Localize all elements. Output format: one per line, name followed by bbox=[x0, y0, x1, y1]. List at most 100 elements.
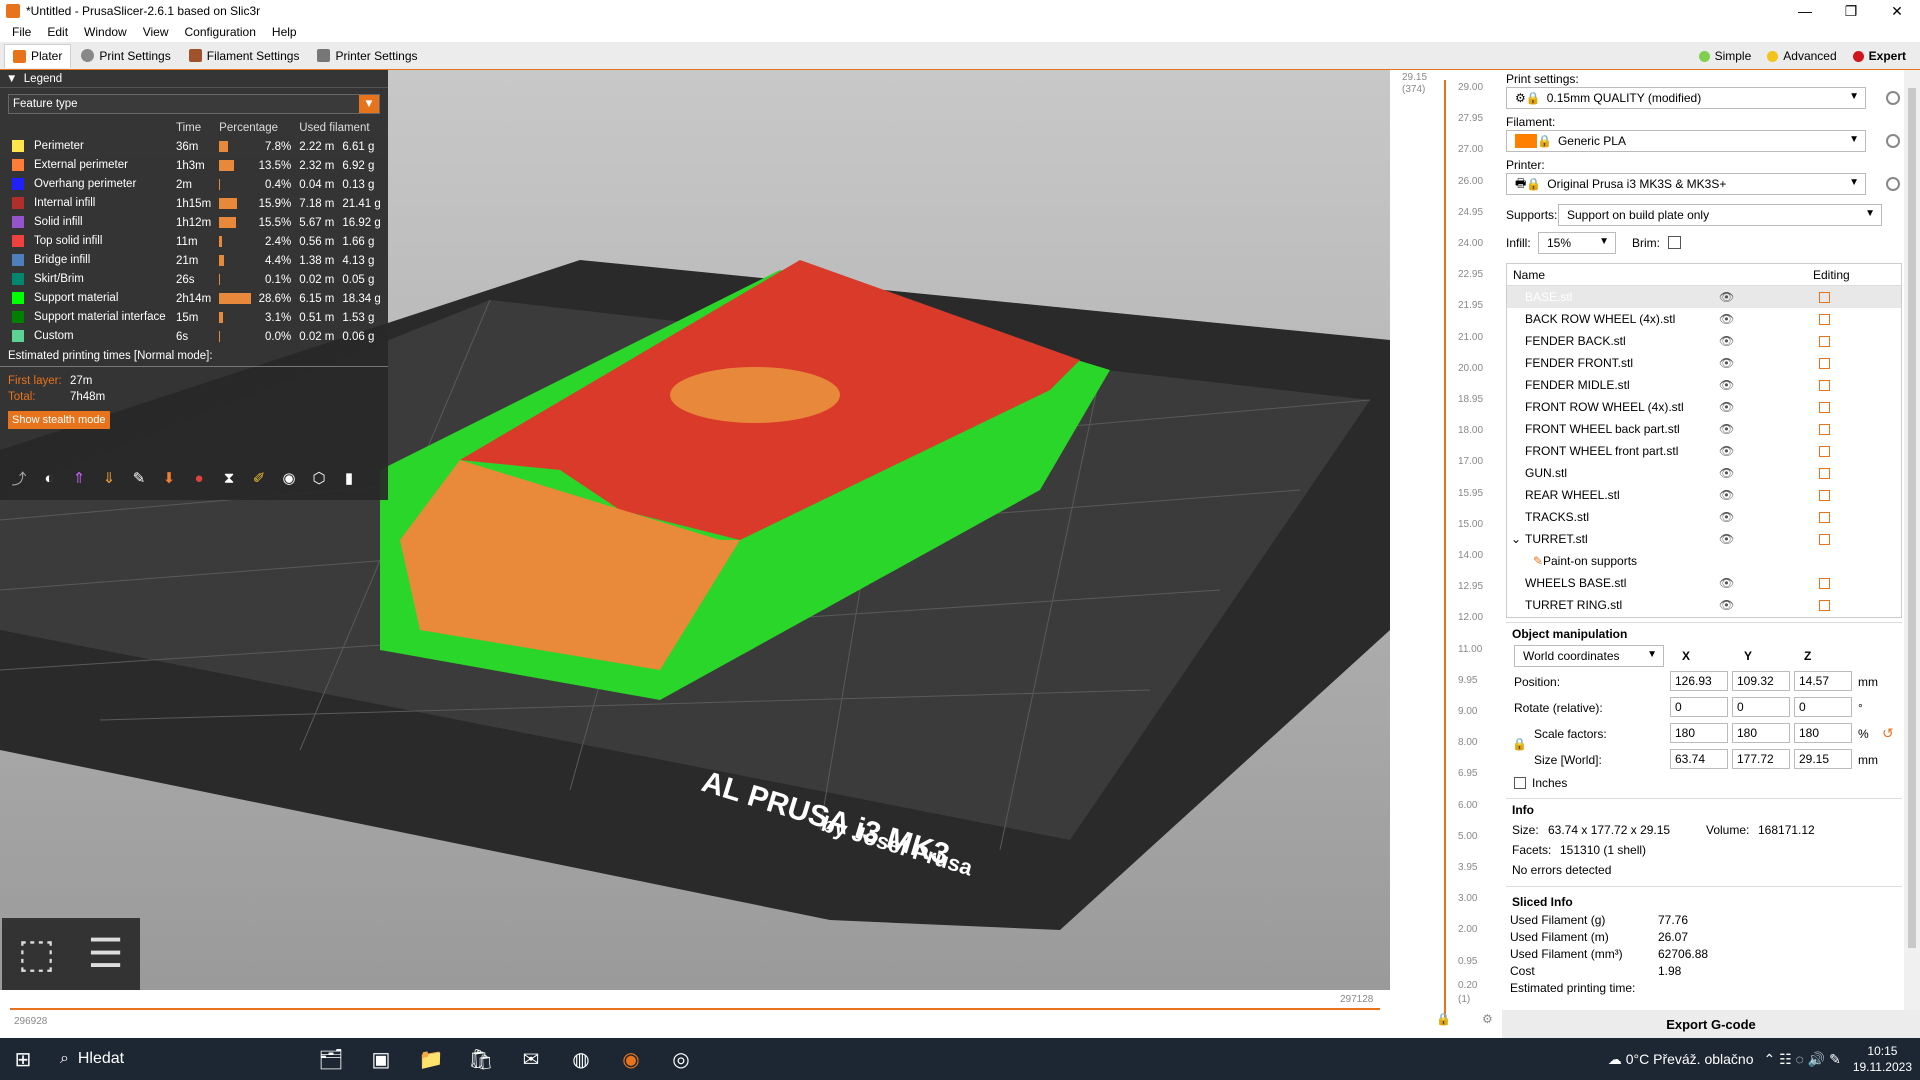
legend-row[interactable]: Perimeter 36m 7.8% 2.22 m 6.61 g bbox=[8, 137, 385, 156]
inches-checkbox[interactable] bbox=[1514, 777, 1526, 789]
rotate-x-input[interactable]: 0 bbox=[1670, 697, 1728, 717]
custom-gcode-icon[interactable]: ✐ bbox=[246, 465, 272, 491]
tab-printer-settings[interactable]: Printer Settings bbox=[309, 44, 425, 68]
vertical-slider-track[interactable] bbox=[1444, 80, 1446, 1020]
tab-plater[interactable]: Plater bbox=[4, 43, 72, 68]
edit-icon[interactable] bbox=[1819, 577, 1830, 589]
eye-icon[interactable]: 👁 bbox=[1719, 378, 1734, 392]
infill-combo[interactable]: 15% ▼ bbox=[1538, 232, 1616, 254]
mode-simple[interactable]: Simple bbox=[1691, 44, 1760, 68]
object-row[interactable]: FRONT WHEEL front part.stl 👁 bbox=[1507, 440, 1901, 462]
scale-x-input[interactable]: 180 bbox=[1670, 723, 1728, 743]
coordinates-combo[interactable]: World coordinates ▼ bbox=[1514, 645, 1664, 667]
menu-configuration[interactable]: Configuration bbox=[177, 25, 264, 39]
eye-icon[interactable]: 👁 bbox=[1719, 422, 1734, 436]
shells-icon[interactable]: ⬡ bbox=[306, 465, 332, 491]
position-y-input[interactable]: 109.32 bbox=[1732, 671, 1790, 691]
size-x-input[interactable]: 63.74 bbox=[1670, 749, 1728, 769]
edit-icon[interactable] bbox=[1819, 445, 1830, 457]
retractions-icon[interactable]: ⇑ bbox=[66, 465, 92, 491]
object-row[interactable]: FENDER FRONT.stl 👁 bbox=[1507, 352, 1901, 374]
eye-icon[interactable]: 👁 bbox=[1719, 356, 1734, 370]
travel-icon[interactable]: ⤴ bbox=[6, 465, 32, 491]
taskbar-search[interactable]: ⌕ Hledat bbox=[46, 1050, 246, 1068]
horizontal-slider[interactable]: 297128 296928 bbox=[0, 990, 1390, 1030]
menu-window[interactable]: Window bbox=[76, 25, 135, 39]
menu-help[interactable]: Help bbox=[264, 25, 305, 39]
lock-scale-icon[interactable]: 🔒 bbox=[1512, 737, 1527, 751]
eye-icon[interactable]: 👁 bbox=[1719, 488, 1734, 502]
gcode-viewer-icon[interactable]: ◎ bbox=[656, 1038, 706, 1080]
maximize-button[interactable]: ❐ bbox=[1828, 0, 1874, 22]
prusaslicer-icon[interactable]: ◉ bbox=[606, 1038, 656, 1080]
object-row[interactable]: TRACKS.stl 👁 bbox=[1507, 506, 1901, 528]
clock[interactable]: 10:15 19.11.2023 bbox=[1853, 1043, 1912, 1075]
weather-icon[interactable]: ☁ bbox=[1608, 1051, 1622, 1068]
eye-icon[interactable]: 👁 bbox=[1719, 400, 1734, 414]
windows-start-icon[interactable]: ⊞ bbox=[0, 1038, 46, 1080]
legend-row[interactable]: External perimeter 1h3m 13.5% 2.32 m 6.92 g bbox=[8, 156, 385, 175]
eye-icon[interactable]: 👁 bbox=[1719, 290, 1734, 304]
weather-text[interactable]: 0°C Převáž. oblačno bbox=[1626, 1051, 1754, 1067]
lock-icon[interactable]: 🔒 bbox=[1436, 1012, 1451, 1026]
filament-combo[interactable]: 🔒 Generic PLA ▼ bbox=[1506, 130, 1866, 152]
print-settings-edit-icon[interactable] bbox=[1886, 91, 1900, 105]
object-row[interactable]: BACK ROW WHEEL (4x).stl 👁 bbox=[1507, 308, 1901, 330]
deretractions-icon[interactable]: ⇓ bbox=[96, 465, 122, 491]
position-x-input[interactable]: 126.93 bbox=[1670, 671, 1728, 691]
brim-checkbox[interactable] bbox=[1668, 236, 1681, 249]
mode-expert[interactable]: Expert bbox=[1845, 44, 1914, 68]
edit-icon[interactable] bbox=[1819, 291, 1830, 303]
edit-icon[interactable] bbox=[1819, 599, 1830, 611]
object-row[interactable]: FRONT WHEEL back part.stl 👁 bbox=[1507, 418, 1901, 440]
edit-icon[interactable] bbox=[1819, 533, 1830, 545]
menu-edit[interactable]: Edit bbox=[39, 25, 76, 39]
edit-icon[interactable] bbox=[1819, 379, 1830, 391]
edit-icon[interactable] bbox=[1819, 357, 1830, 369]
tool-changes-icon[interactable]: ⬇ bbox=[156, 465, 182, 491]
edit-icon[interactable] bbox=[1819, 335, 1830, 347]
legend-header[interactable]: ▼ Legend bbox=[0, 70, 388, 88]
minimize-button[interactable]: — bbox=[1782, 0, 1828, 22]
feature-type-select[interactable]: Feature type ▼ bbox=[8, 94, 380, 114]
pause-prints-icon[interactable]: ⧗ bbox=[216, 465, 242, 491]
object-row[interactable]: REAR WHEEL.stl 👁 bbox=[1507, 484, 1901, 506]
eye-icon[interactable]: 👁 bbox=[1719, 466, 1734, 480]
object-row[interactable]: WHEELS BASE.stl 👁 bbox=[1507, 572, 1901, 594]
gear-icon[interactable]: ⚙ bbox=[1482, 1012, 1493, 1026]
supports-combo[interactable]: Support on build plate only ▼ bbox=[1558, 204, 1882, 226]
color-changes-icon[interactable]: ● bbox=[186, 465, 212, 491]
expand-icon[interactable]: ⌄ bbox=[1511, 532, 1521, 546]
menu-file[interactable]: File bbox=[4, 25, 39, 39]
object-row[interactable]: FENDER MIDLE.stl 👁 bbox=[1507, 374, 1901, 396]
center-of-gravity-icon[interactable]: ◉ bbox=[276, 465, 302, 491]
eye-icon[interactable]: 👁 bbox=[1719, 598, 1734, 612]
legend-row[interactable]: Support material interface 15m 3.1% 0.51 m 1… bbox=[8, 308, 385, 327]
store-icon[interactable]: 🛍 bbox=[456, 1038, 506, 1080]
widgets-icon[interactable]: 🗂 bbox=[306, 1038, 356, 1080]
eye-icon[interactable]: 👁 bbox=[1719, 312, 1734, 326]
horizontal-slider-track[interactable] bbox=[10, 1008, 1380, 1010]
wipe-icon[interactable]: ◐ bbox=[36, 465, 62, 491]
scrollbar-thumb[interactable] bbox=[1908, 88, 1916, 948]
mode-advanced[interactable]: Advanced bbox=[1759, 44, 1844, 68]
legend-row[interactable]: Internal infill 1h15m 15.9% 7.18 m 21.41 g bbox=[8, 194, 385, 213]
export-gcode-button[interactable]: Export G-code bbox=[1502, 1010, 1920, 1038]
scale-y-input[interactable]: 180 bbox=[1732, 723, 1790, 743]
printer-edit-icon[interactable] bbox=[1886, 177, 1900, 191]
edit-icon[interactable] bbox=[1819, 467, 1830, 479]
filament-edit-icon[interactable] bbox=[1886, 134, 1900, 148]
eye-icon[interactable]: 👁 bbox=[1719, 334, 1734, 348]
legend-row[interactable]: Bridge infill 21m 4.4% 1.38 m 4.13 g bbox=[8, 251, 385, 270]
edit-icon[interactable] bbox=[1819, 401, 1830, 413]
object-row[interactable]: ⌄ TURRET.stl 👁 bbox=[1507, 528, 1901, 550]
object-row[interactable]: FENDER BACK.stl 👁 bbox=[1507, 330, 1901, 352]
tray-icons[interactable]: ⌃ ☷ ◌ 🔊 ✎ bbox=[1764, 1051, 1841, 1068]
edit-icon[interactable] bbox=[1819, 313, 1830, 325]
close-button[interactable]: ✕ bbox=[1874, 0, 1920, 22]
legend-row[interactable]: Custom 6s 0.0% 0.02 m 0.06 g bbox=[8, 327, 385, 346]
legend-row[interactable]: Solid infill 1h12m 15.5% 5.67 m 16.92 g bbox=[8, 213, 385, 232]
eye-icon[interactable]: 👁 bbox=[1719, 576, 1734, 590]
mail-icon[interactable]: ✉ bbox=[506, 1038, 556, 1080]
3d-view-icon[interactable]: ⬚ bbox=[7, 924, 67, 984]
